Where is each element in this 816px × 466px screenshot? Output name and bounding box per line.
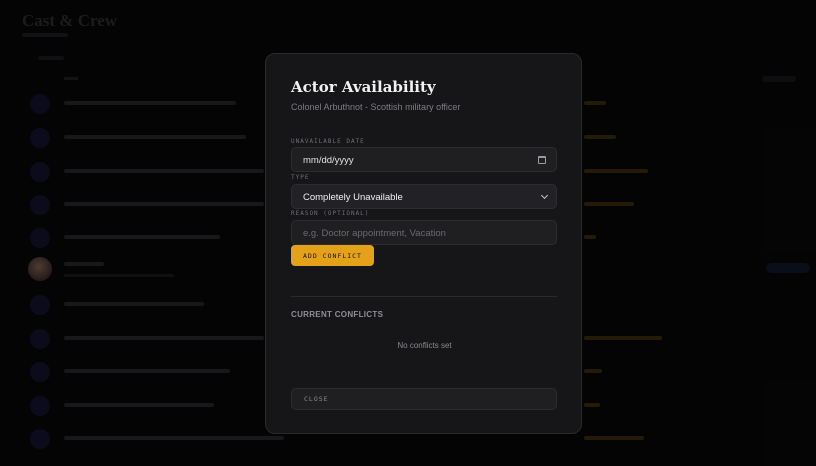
no-conflicts-message: No conflicts set xyxy=(397,341,452,350)
reason-placeholder: e.g. Doctor appointment, Vacation xyxy=(303,228,446,239)
type-selected-value: Completely Unavailable xyxy=(303,192,403,203)
type-select[interactable]: Completely Unavailable xyxy=(291,184,557,209)
calendar-icon[interactable] xyxy=(538,156,546,164)
reason-input[interactable]: e.g. Doctor appointment, Vacation xyxy=(291,220,557,245)
unavailable-date-input[interactable]: mm/dd/yyyy xyxy=(291,147,557,172)
unavailable-date-label: UNAVAILABLE DATE xyxy=(291,138,365,145)
add-conflict-button[interactable]: ADD CONFLICT xyxy=(291,245,374,266)
current-conflicts-title: CURRENT CONFLICTS xyxy=(291,310,384,319)
modal-title: Actor Availability xyxy=(291,78,436,96)
chevron-down-icon xyxy=(540,191,549,200)
close-button[interactable]: CLOSE xyxy=(291,388,557,410)
type-label: TYPE xyxy=(291,174,310,181)
modal-subtitle: Colonel Arbuthnot - Scottish military of… xyxy=(291,102,461,112)
date-placeholder: mm/dd/yyyy xyxy=(303,155,354,166)
divider xyxy=(291,296,557,297)
actor-availability-modal: Actor Availability Colonel Arbuthnot - S… xyxy=(265,53,582,434)
reason-label: REASON (OPTIONAL) xyxy=(291,210,370,217)
